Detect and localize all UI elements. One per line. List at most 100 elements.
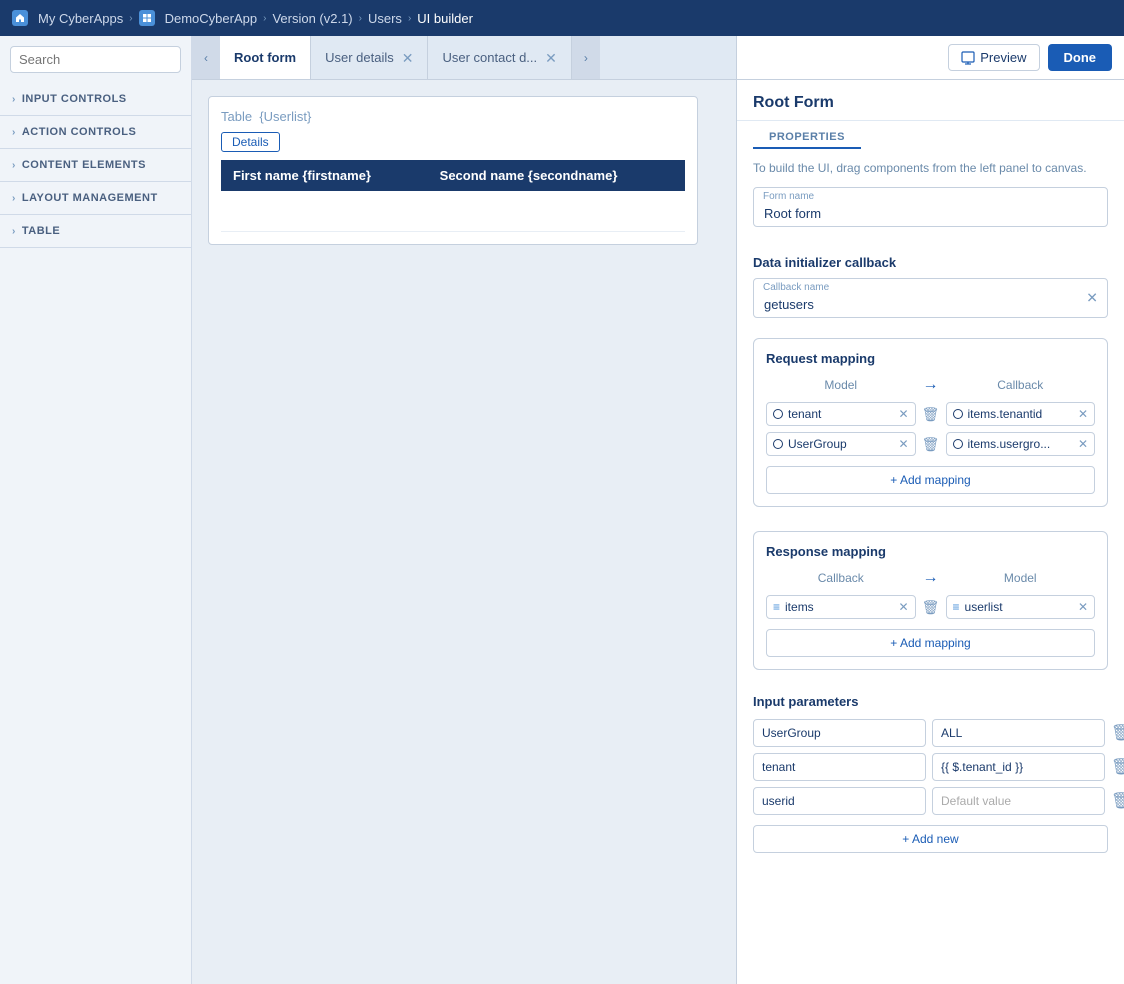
response-callback-clear-1[interactable]: ✕ xyxy=(898,600,908,614)
nav-home[interactable]: My CyberApps xyxy=(38,11,123,26)
param-delete-3[interactable]: 🗑 xyxy=(1111,791,1124,811)
request-mapping-headers: Model → Callback xyxy=(766,376,1095,394)
sidebar-section-header-table[interactable]: › TABLE xyxy=(0,215,191,247)
table-title: Table xyxy=(221,109,252,124)
preview-button[interactable]: Preview xyxy=(948,44,1039,71)
nav-users[interactable]: Users xyxy=(368,11,402,26)
details-button[interactable]: Details xyxy=(221,132,280,152)
nav-app[interactable]: DemoCyberApp xyxy=(165,11,258,26)
tab-user-details[interactable]: User details ✕ xyxy=(311,36,428,79)
request-callback-clear-1[interactable]: ✕ xyxy=(1078,407,1088,421)
list-icon-1: ≡ xyxy=(773,600,780,614)
form-name-label: Form name xyxy=(763,191,814,202)
param-key-3[interactable] xyxy=(753,787,926,815)
left-sidebar: 🔍 › INPUT CONTROLS › ACTION CONTROLS › C… xyxy=(0,36,192,984)
input-parameters-title: Input parameters xyxy=(753,694,1108,709)
response-delete-1[interactable]: 🗑 xyxy=(920,599,942,616)
tab-user-contact-close[interactable]: ✕ xyxy=(545,51,557,65)
response-callback-value-1: items xyxy=(785,600,893,614)
callback-name-label: Callback name xyxy=(763,282,829,293)
param-value-2[interactable] xyxy=(932,753,1105,781)
right-panel-title: Root Form xyxy=(737,80,1124,121)
request-mapping-row-1: tenant ✕ 🗑 items.tenantid ✕ xyxy=(766,402,1095,426)
response-mapping-box: Response mapping Callback → Model ≡ item… xyxy=(753,531,1108,670)
response-mapping-headers: Callback → Model xyxy=(766,569,1095,587)
sidebar-section-label-table: TABLE xyxy=(22,225,60,237)
param-key-2[interactable] xyxy=(753,753,926,781)
table-widget[interactable]: Table {Userlist} Details First name {fir… xyxy=(208,96,698,245)
search-container: 🔍 xyxy=(10,46,181,73)
response-callback-label: Callback xyxy=(766,571,916,585)
response-add-mapping-btn[interactable]: + Add mapping xyxy=(766,629,1095,657)
sidebar-section-label-layout-management: LAYOUT MANAGEMENT xyxy=(22,192,158,204)
sidebar-section-action-controls[interactable]: › ACTION CONTROLS xyxy=(0,116,191,149)
response-model-clear-1[interactable]: ✕ xyxy=(1078,600,1088,614)
param-value-3[interactable] xyxy=(932,787,1105,815)
sidebar-section-header-action-controls[interactable]: › ACTION CONTROLS xyxy=(0,116,191,148)
table-preview: First name {firstname} Second name {seco… xyxy=(221,160,685,232)
nav-chevron-2: › xyxy=(263,13,266,24)
response-callback-field-1[interactable]: ≡ items ✕ xyxy=(766,595,916,619)
sidebar-section-header-layout-management[interactable]: › LAYOUT MANAGEMENT xyxy=(0,182,191,214)
param-row-3: 🗑 xyxy=(753,787,1108,815)
request-callback-field-1[interactable]: items.tenantid ✕ xyxy=(946,402,1096,426)
sidebar-section-table[interactable]: › TABLE xyxy=(0,215,191,248)
table-binding: {Userlist} xyxy=(259,109,311,124)
request-mapping-title: Request mapping xyxy=(766,351,1095,366)
request-add-mapping-btn[interactable]: + Add mapping xyxy=(766,466,1095,494)
tab-root-form[interactable]: Root form xyxy=(220,36,311,79)
param-row-2: 🗑 xyxy=(753,753,1108,781)
request-callback-clear-2[interactable]: ✕ xyxy=(1078,437,1088,451)
nav-builder: UI builder xyxy=(417,11,473,26)
tab-nav-left[interactable]: ‹ xyxy=(192,36,220,79)
chevron-icon-action-controls: › xyxy=(12,127,16,138)
circle-icon-cb-2 xyxy=(953,439,963,449)
sidebar-section-header-input-controls[interactable]: › INPUT CONTROLS xyxy=(0,83,191,115)
properties-label: PROPERTIES xyxy=(753,121,861,149)
table-widget-header: Table {Userlist} xyxy=(221,109,685,124)
request-model-value-2: UserGroup xyxy=(788,437,893,451)
request-callback-label: Callback xyxy=(946,378,1096,392)
list-icon-model-1: ≡ xyxy=(953,600,960,614)
callback-clear-icon[interactable]: ✕ xyxy=(1086,290,1098,307)
tab-user-details-close[interactable]: ✕ xyxy=(402,51,414,65)
request-callback-field-2[interactable]: items.usergro... ✕ xyxy=(946,432,1096,456)
properties-section: To build the UI, drag components from th… xyxy=(737,161,1124,255)
sidebar-section-header-content-elements[interactable]: › CONTENT ELEMENTS xyxy=(0,149,191,181)
request-delete-1[interactable]: 🗑 xyxy=(920,406,942,423)
sidebar-section-label-action-controls: ACTION CONTROLS xyxy=(22,126,136,138)
search-input[interactable] xyxy=(19,52,195,67)
request-delete-2[interactable]: 🗑 xyxy=(920,436,942,453)
param-value-1[interactable] xyxy=(932,719,1105,747)
done-button[interactable]: Done xyxy=(1048,44,1113,71)
form-name-field: Form name xyxy=(753,187,1108,227)
sidebar-section-input-controls[interactable]: › INPUT CONTROLS xyxy=(0,83,191,116)
param-delete-1[interactable]: 🗑 xyxy=(1111,723,1124,743)
param-delete-2[interactable]: 🗑 xyxy=(1111,757,1124,777)
sidebar-section-label-content-elements: CONTENT ELEMENTS xyxy=(22,159,146,171)
top-right-actions: Preview Done xyxy=(736,36,1124,80)
right-panel: Root Form PROPERTIES To build the UI, dr… xyxy=(736,80,1124,984)
sidebar-section-layout-management[interactable]: › LAYOUT MANAGEMENT xyxy=(0,182,191,215)
request-model-label: Model xyxy=(766,378,916,392)
nav-version[interactable]: Version (v2.1) xyxy=(272,11,352,26)
request-model-clear-2[interactable]: ✕ xyxy=(898,437,908,451)
request-model-clear-1[interactable]: ✕ xyxy=(898,407,908,421)
tab-nav-right[interactable]: › xyxy=(572,36,600,79)
sidebar-section-content-elements[interactable]: › CONTENT ELEMENTS xyxy=(0,149,191,182)
param-key-1[interactable] xyxy=(753,719,926,747)
tab-user-contact-label: User contact d... xyxy=(442,50,537,65)
nav-chevron-1: › xyxy=(129,13,132,24)
app-icon xyxy=(139,10,155,26)
tab-user-contact[interactable]: User contact d... ✕ xyxy=(428,36,571,79)
add-new-param-btn[interactable]: + Add new xyxy=(753,825,1108,853)
tab-user-details-label: User details xyxy=(325,50,394,65)
table-row xyxy=(221,191,685,231)
request-model-field-2[interactable]: UserGroup ✕ xyxy=(766,432,916,456)
preview-label: Preview xyxy=(980,50,1026,65)
circle-icon-cb-1 xyxy=(953,409,963,419)
response-model-field-1[interactable]: ≡ userlist ✕ xyxy=(946,595,1096,619)
request-model-field-1[interactable]: tenant ✕ xyxy=(766,402,916,426)
top-navigation: My CyberApps › DemoCyberApp › Version (v… xyxy=(0,0,1124,36)
callback-section-title: Data initializer callback xyxy=(753,255,1108,270)
